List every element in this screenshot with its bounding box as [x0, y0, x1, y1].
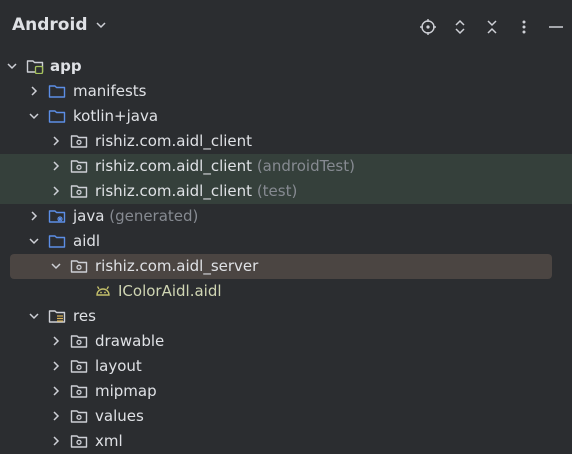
tree-node-label: manifests	[73, 82, 147, 100]
chevron-down-icon[interactable]	[28, 310, 40, 322]
source-set-suffix: (androidTest)	[256, 157, 355, 175]
panel-title: Android	[12, 15, 88, 35]
chevron-right-icon[interactable]	[50, 410, 62, 422]
tree-node-values[interactable]: values	[0, 404, 572, 429]
locate-icon	[420, 19, 436, 35]
tree-node-kotlin-java[interactable]: kotlin+java	[0, 104, 572, 129]
tree-node-label: rishiz.com.aidl_client (test)	[95, 182, 297, 200]
chevron-right-icon[interactable]	[50, 435, 62, 447]
folder-name: java	[73, 207, 105, 225]
tree-node-label: app	[50, 57, 82, 75]
tree-node-layout[interactable]: layout	[0, 354, 572, 379]
expand-collapse-icon	[455, 19, 465, 35]
hide-panel-icon	[549, 26, 563, 28]
tree-node-label: aidl	[73, 232, 101, 250]
tree-node-label: IColorAidl.aidl	[118, 282, 222, 300]
more-options-icon	[522, 20, 526, 34]
tree-node-package-main[interactable]: rishiz.com.aidl_client	[0, 129, 572, 154]
android-icon	[94, 283, 112, 299]
more-options-button[interactable]	[508, 14, 540, 40]
chevron-right-icon[interactable]	[50, 360, 62, 372]
chevron-down-icon	[95, 22, 106, 29]
chevron-down-icon[interactable]	[50, 260, 62, 272]
resources-folder-icon	[48, 308, 66, 324]
chevron-down-icon[interactable]	[28, 235, 40, 247]
chevron-right-icon[interactable]	[50, 385, 62, 397]
package-icon	[70, 433, 88, 449]
chevron-right-icon[interactable]	[28, 210, 40, 222]
package-icon	[70, 133, 88, 149]
tree-node-label: java (generated)	[73, 207, 198, 225]
tree-node-aidl-file[interactable]: IColorAidl.aidl	[0, 279, 572, 304]
chevron-right-icon[interactable]	[50, 185, 62, 197]
package-icon	[70, 158, 88, 174]
package-icon	[70, 183, 88, 199]
generated-folder-icon	[48, 208, 66, 224]
project-panel-header: Android	[0, 0, 572, 52]
package-name: rishiz.com.aidl_client	[95, 182, 253, 200]
tree-node-package-server[interactable]: rishiz.com.aidl_server	[10, 254, 552, 279]
view-selector[interactable]: Android	[12, 15, 108, 35]
chevron-right-icon[interactable]	[28, 85, 40, 97]
folder-icon	[48, 108, 66, 124]
tree-node-label: mipmap	[95, 382, 157, 400]
project-tree: app manifests kotlin+java rishiz.com.aid…	[0, 54, 572, 454]
folder-icon	[48, 233, 66, 249]
expand-all-button[interactable]	[444, 14, 476, 40]
tree-node-java-generated[interactable]: java (generated)	[0, 204, 572, 229]
tree-node-mipmap[interactable]: mipmap	[0, 379, 572, 404]
tree-node-label: values	[95, 407, 144, 425]
package-icon	[70, 408, 88, 424]
package-icon	[70, 258, 88, 274]
chevron-right-icon[interactable]	[50, 160, 62, 172]
tree-node-xml[interactable]: xml	[0, 429, 572, 454]
source-set-suffix: (test)	[256, 182, 298, 200]
chevron-right-icon[interactable]	[50, 335, 62, 347]
tree-node-label: layout	[95, 357, 142, 375]
module-folder-icon	[26, 58, 44, 74]
tree-node-label: rishiz.com.aidl_server	[95, 257, 259, 275]
chevron-right-icon[interactable]	[50, 135, 62, 147]
tree-node-label: xml	[95, 432, 123, 450]
tree-node-app[interactable]: app	[0, 54, 572, 79]
package-icon	[70, 358, 88, 374]
chevron-down-icon[interactable]	[6, 60, 18, 72]
tree-node-package-android-test[interactable]: rishiz.com.aidl_client (androidTest)	[0, 154, 572, 179]
package-name: rishiz.com.aidl_client	[95, 157, 253, 175]
chevron-down-icon[interactable]	[28, 110, 40, 122]
tree-node-package-test[interactable]: rishiz.com.aidl_client (test)	[0, 179, 572, 204]
tree-node-label: rishiz.com.aidl_client (androidTest)	[95, 157, 355, 175]
collapse-all-button[interactable]	[476, 14, 508, 40]
package-icon	[70, 333, 88, 349]
hide-panel-button[interactable]	[540, 14, 572, 40]
tree-node-aidl[interactable]: aidl	[0, 229, 572, 254]
generated-suffix: (generated)	[109, 207, 199, 225]
locate-button[interactable]	[412, 14, 444, 40]
tree-node-label: rishiz.com.aidl_client	[95, 132, 253, 150]
tree-node-res[interactable]: res	[0, 304, 572, 329]
package-icon	[70, 383, 88, 399]
tree-node-label: kotlin+java	[73, 107, 159, 125]
tree-node-manifests[interactable]: manifests	[0, 79, 572, 104]
tree-node-drawable[interactable]: drawable	[0, 329, 572, 354]
collapse-all-icon	[487, 20, 497, 34]
tree-node-label: res	[73, 307, 96, 325]
tree-node-label: drawable	[95, 332, 165, 350]
folder-icon	[48, 83, 66, 99]
